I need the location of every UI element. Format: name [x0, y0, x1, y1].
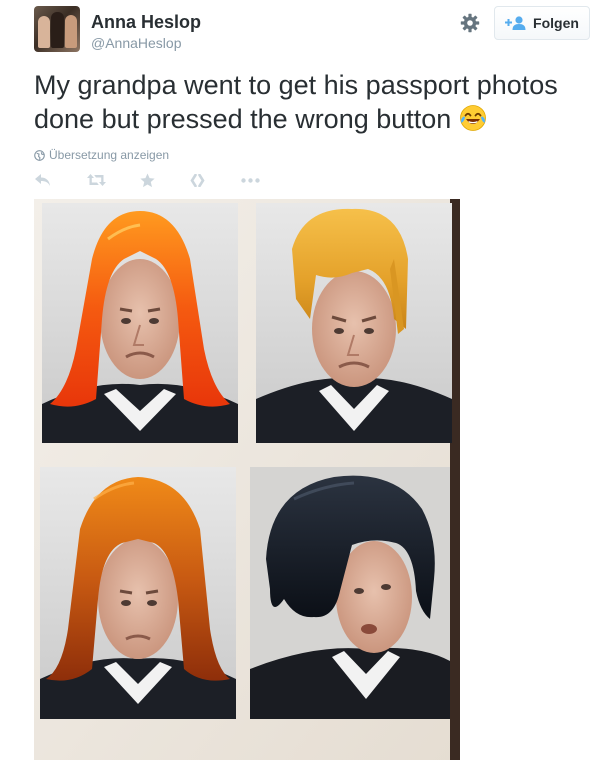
translate-link[interactable]: Übersetzung anzeigen [34, 147, 169, 163]
user-handle[interactable]: @AnnaHeslop [91, 35, 182, 51]
translate-label: Übersetzung anzeigen [49, 148, 170, 162]
retweet-icon [86, 174, 106, 186]
favorite-button[interactable] [139, 170, 155, 190]
tweet-photo[interactable] [34, 199, 460, 760]
reply-icon [35, 174, 50, 186]
person-plus-icon [505, 16, 526, 30]
pocket-button[interactable] [189, 170, 205, 190]
display-name[interactable]: Anna Heslop [91, 12, 201, 33]
avatar[interactable] [34, 6, 80, 52]
tweet-actions [34, 170, 274, 190]
more-dots-icon [240, 177, 260, 183]
tweet-text: My grandpa went to get his passport phot… [34, 68, 594, 136]
gear-icon[interactable] [458, 11, 482, 35]
globe-icon [34, 149, 45, 161]
follow-label: Folgen [533, 15, 579, 31]
tweet-header: Anna Heslop @AnnaHeslop Folgen [0, 0, 601, 60]
face-with-tears-of-joy-emoji [459, 105, 486, 131]
follow-button[interactable]: Folgen [494, 6, 590, 40]
reply-button[interactable] [34, 170, 52, 190]
pocket-icon [189, 173, 205, 187]
more-button[interactable] [239, 170, 261, 190]
retweet-button[interactable] [86, 170, 106, 190]
favorite-star-icon [139, 172, 155, 187]
photo-strip-image [34, 199, 460, 760]
